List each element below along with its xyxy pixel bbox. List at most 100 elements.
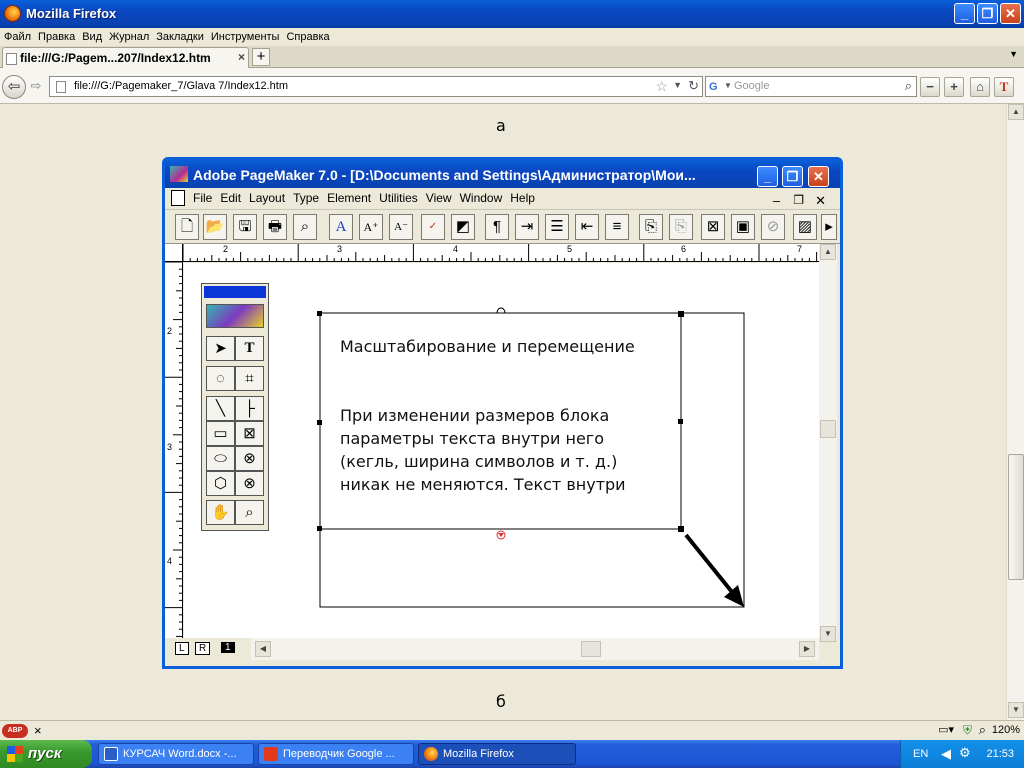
text-tool-icon[interactable]: T [235, 336, 264, 361]
addon-t-icon[interactable]: T [994, 77, 1014, 97]
align-icon[interactable]: ≡ [605, 214, 629, 240]
maximize-button[interactable]: ❐ [977, 3, 998, 24]
fill-icon[interactable]: ◩ [451, 214, 475, 240]
tab-index12[interactable]: file:///G:/Pagem...207/Index12.htm × [2, 47, 249, 68]
tray-back-icon[interactable]: ◀ [941, 746, 951, 762]
taskbar-item-firefox[interactable]: Mozilla Firefox [418, 743, 576, 765]
font-size-down-icon[interactable]: A⁻ [389, 214, 413, 240]
pm-menu-element[interactable]: Element [323, 188, 375, 205]
pm-menu-type[interactable]: Type [289, 188, 323, 205]
pm-menu-view[interactable]: View [422, 188, 456, 205]
taskbar-item-word[interactable]: КУРСАЧ Word.docx -... [98, 743, 254, 765]
pm-menu-utilities[interactable]: Utilities [375, 188, 422, 205]
tab-list-icon[interactable]: ▼ [1009, 49, 1018, 59]
text-block[interactable]: Масштабирование и перемещение При измене… [340, 335, 680, 496]
doc-minimize-icon[interactable]: – [769, 190, 784, 208]
line-tool-icon[interactable]: ╲ [206, 396, 235, 421]
constrained-line-tool-icon[interactable]: ├ [235, 396, 264, 421]
close-button[interactable]: ✕ [1000, 3, 1021, 24]
ruler-left[interactable]: 2 3 4 [165, 262, 183, 638]
paragraph-icon[interactable]: ¶ [485, 214, 509, 240]
pm-menu-file[interactable]: File [189, 188, 216, 205]
forward-button[interactable]: ⇨ [27, 78, 45, 96]
scroll-up-icon[interactable]: ▲ [1008, 104, 1024, 120]
bullets-icon[interactable]: ☰ [545, 214, 569, 240]
zoom-out-button[interactable]: − [920, 77, 940, 97]
outdent-icon[interactable]: ⇤ [575, 214, 599, 240]
pm-horizontal-scrollbar[interactable]: ◀ ▶ [251, 638, 819, 660]
tray-app-icon[interactable]: ⚙ [959, 745, 971, 761]
open-icon[interactable]: 📂 [203, 214, 227, 240]
url-bar[interactable]: file:///G:/Pagemaker_7/Glava 7/Index12.h… [49, 76, 703, 97]
start-button[interactable]: пуск [0, 740, 92, 768]
place-icon[interactable]: ⎘ [639, 214, 663, 240]
find-icon[interactable]: ⌕ [293, 214, 317, 240]
taskbar-item-translator[interactable]: Переводчик Google ... [258, 743, 414, 765]
zoom-status-icon[interactable]: ⌕ [979, 722, 986, 738]
addon-status-icon[interactable]: ▭▾ [938, 723, 954, 736]
new-tab-button[interactable]: + [252, 48, 270, 66]
pm-minimize-button[interactable]: _ [757, 166, 778, 187]
pm-hscroll-thumb[interactable] [581, 641, 601, 657]
print-icon[interactable]: 🖶 [263, 214, 287, 240]
toolbox-palette[interactable]: ➤ T ◌ ⌗ ╲ ├ ▭ ⊠ ⬭ ⊗ ⬡ ⊗ ✋ ⌕ [201, 283, 269, 531]
menu-tools[interactable]: Инструменты [207, 28, 283, 43]
polygon-tool-icon[interactable]: ⬡ [206, 471, 235, 496]
back-button[interactable]: ⇦ [2, 75, 26, 99]
rectangle-tool-icon[interactable]: ▭ [206, 421, 235, 446]
menu-file[interactable]: Файл [0, 28, 34, 43]
frame-icon[interactable]: ⊠ [701, 214, 725, 240]
spellcheck-icon[interactable]: ✓ [421, 214, 445, 240]
polygon-frame-tool-icon[interactable]: ⊗ [235, 471, 264, 496]
pm-vertical-scrollbar[interactable]: ▲ ▼ [819, 244, 837, 642]
close-status-icon[interactable]: × [34, 723, 42, 738]
ellipse-frame-tool-icon[interactable]: ⊗ [235, 446, 264, 471]
scroll-down-icon[interactable]: ▼ [1008, 702, 1024, 718]
pm-maximize-button[interactable]: ❐ [782, 166, 803, 187]
pm-menu-layout[interactable]: Layout [245, 188, 289, 205]
link-icon[interactable]: ⊘ [761, 214, 785, 240]
minimize-button[interactable]: _ [954, 3, 975, 24]
search-engine-dropdown-icon[interactable]: ▼ [724, 81, 732, 90]
more-icon[interactable]: ▸ [821, 214, 837, 240]
pointer-tool-icon[interactable]: ➤ [206, 336, 235, 361]
indent-icon[interactable]: ⇥ [515, 214, 539, 240]
zoom-in-button[interactable]: + [944, 77, 964, 97]
doc-close-icon[interactable]: ✕ [811, 190, 830, 209]
copy-icon[interactable]: ⎘ [669, 214, 693, 240]
browser-scroll-thumb[interactable] [1008, 454, 1024, 580]
left-master-page[interactable]: L [175, 642, 189, 655]
browser-vertical-scrollbar[interactable]: ▲ ▼ [1006, 104, 1024, 720]
pm-menu-window[interactable]: Window [456, 188, 507, 205]
hand-tool-icon[interactable]: ✋ [206, 500, 235, 525]
new-doc-icon[interactable]: 🗋 [175, 214, 199, 240]
google-icon[interactable]: G [709, 80, 723, 94]
pm-scroll-up-icon[interactable]: ▲ [820, 244, 836, 260]
bookmark-star-icon[interactable]: ☆ [655, 78, 668, 95]
font-icon[interactable]: A [329, 214, 353, 240]
url-dropdown-icon[interactable]: ▼ [673, 80, 682, 90]
menu-view[interactable]: Вид [78, 28, 105, 43]
save-icon[interactable]: 🖫 [233, 214, 257, 240]
pm-menu-edit[interactable]: Edit [216, 188, 245, 205]
tab-close-icon[interactable]: × [238, 50, 245, 64]
font-size-up-icon[interactable]: A⁺ [359, 214, 383, 240]
menu-bookmarks[interactable]: Закладки [152, 28, 207, 43]
home-button[interactable]: ⌂ [970, 77, 990, 97]
zoom-tool-icon[interactable]: ⌕ [235, 500, 264, 525]
rotate-tool-icon[interactable]: ◌ [206, 366, 235, 391]
adblock-icon[interactable]: ABP [2, 724, 28, 738]
pm-scroll-down-icon[interactable]: ▼ [820, 626, 836, 642]
ellipse-tool-icon[interactable]: ⬭ [206, 446, 235, 471]
pm-scroll-left-icon[interactable]: ◀ [255, 641, 271, 657]
menu-help[interactable]: Справка [282, 28, 332, 43]
page-1-tab[interactable]: 1 [221, 642, 235, 653]
search-icon[interactable]: ⌕ [905, 78, 912, 94]
zoom-level[interactable]: 120% [992, 724, 1020, 736]
pm-close-button[interactable]: ✕ [808, 166, 829, 187]
pm-scroll-right-icon[interactable]: ▶ [799, 641, 815, 657]
pm-menu-help[interactable]: Help [506, 188, 539, 205]
color-icon[interactable]: ▨ [793, 214, 817, 240]
image-icon[interactable]: ▣ [731, 214, 755, 240]
pm-vscroll-thumb[interactable] [820, 420, 836, 438]
